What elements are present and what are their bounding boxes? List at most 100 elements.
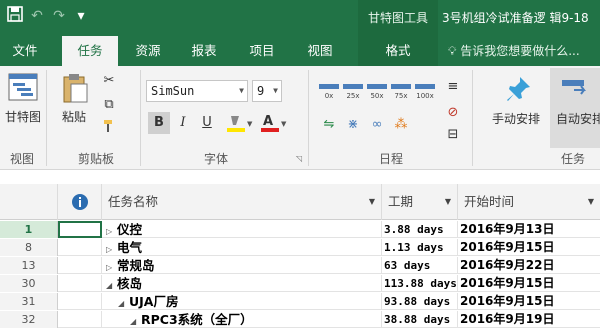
paste-label: 粘贴 [61,110,86,124]
customize-qat-icon[interactable]: ▾ [72,6,90,26]
duration-cell[interactable]: 63 days [382,257,458,274]
start-date-cell[interactable]: 2016年9月22日 [458,257,600,274]
unlink-tasks-icon[interactable]: ⁂ [390,114,412,136]
collapse-icon[interactable]: ◢ [118,295,126,310]
task-name-cell[interactable]: ◢ 核岛 [102,275,382,292]
svg-text:▼: ▼ [247,120,253,128]
tab-format[interactable]: 格式 [358,36,438,66]
format-painter-icon[interactable] [98,118,120,140]
row-number[interactable]: 8 [0,239,58,256]
gantt-chart-button[interactable]: 甘特图 [2,72,44,124]
chevron-down-icon[interactable]: ▼ [445,184,451,220]
group-separator [46,70,47,166]
row-number-header [0,184,58,220]
row-number[interactable]: 30 [0,275,58,292]
tab-view[interactable]: 视图 [296,36,344,66]
table-row[interactable]: 8 ▷ 电气 1.13 days 2016年9月15日 [0,239,600,256]
tell-me-box[interactable]: 💡︎ 告诉我您想要做什么... [448,36,580,66]
task-name-text: 电气 [117,240,143,255]
save-icon[interactable] [6,6,24,26]
tab-task[interactable]: 任务 [62,36,118,67]
task-name-header[interactable]: 任务名称 ▼ [102,184,382,220]
indicator-cell[interactable] [58,257,102,274]
table-row[interactable]: 13 ▷ 常规岛 63 days 2016年9月22日 [0,257,600,274]
link-tasks-icon[interactable]: ∞ [366,114,388,136]
row-number[interactable]: 13 [0,257,58,274]
highlight-color-button[interactable]: ▼ [224,112,254,134]
percent-0-label: 0x [324,92,334,100]
percent-100-label: 100x [416,92,434,100]
highlight-icon: ▼ [227,116,253,132]
paste-button[interactable]: 粘贴 [54,72,94,124]
undo-icon[interactable]: ↶ [28,6,46,26]
auto-schedule-icon [562,80,586,95]
task-name-cell[interactable]: ▷ 仪控 [102,221,382,238]
task-name-cell[interactable]: ▷ 电气 [102,239,382,256]
expand-icon[interactable]: ▷ [106,241,114,256]
tab-report[interactable]: 报表 [180,36,228,66]
duration-header-label: 工期 [388,194,414,209]
tab-resource[interactable]: 资源 [124,36,172,66]
chevron-down-icon[interactable]: ▼ [369,184,375,220]
tab-project[interactable]: 项目 [238,36,286,66]
auto-schedule-button[interactable]: 自动安排 [550,68,600,148]
expand-icon[interactable]: ▷ [106,223,114,238]
chevron-down-icon[interactable]: ▼ [588,184,594,220]
start-date-cell[interactable]: 2016年9月13日 [458,221,600,238]
start-date-cell[interactable]: 2016年9月15日 [458,239,600,256]
duration-cell[interactable]: 1.13 days [382,239,458,256]
task-name-cell[interactable]: ▷ 常规岛 [102,257,382,274]
task-name-text: 核岛 [117,276,143,291]
duration-cell[interactable]: 3.88 days [382,221,458,238]
duration-cell[interactable]: 113.88 days [382,275,458,292]
chevron-down-icon: ▼ [239,86,244,95]
start-header-label: 开始时间 [464,194,515,209]
duration-cell[interactable]: 93.88 days [382,293,458,310]
italic-button[interactable]: I [172,112,194,134]
copy-icon[interactable]: ⧉ [98,94,120,116]
indicators-header[interactable] [58,184,102,220]
schedule-menu-icon[interactable]: ≡ [442,76,464,98]
font-name-select[interactable]: SimSun ▼ [146,80,248,102]
collapse-icon[interactable]: ◢ [130,313,138,328]
move-task-icon[interactable]: ⇋ [318,114,340,136]
start-date-cell[interactable]: 2016年9月15日 [458,293,600,310]
table-row[interactable]: 30 ◢ 核岛 113.88 days 2016年9月15日 [0,275,600,292]
font-dialog-launcher-icon[interactable]: ◹ [296,154,302,163]
duration-header[interactable]: 工期 ▼ [382,184,458,220]
gantt-chart-icon [8,73,38,101]
table-row[interactable]: 1 ▷ 仪控 3.88 days 2016年9月13日 [0,221,600,238]
expand-icon[interactable]: ▷ [106,259,114,274]
indicator-cell[interactable] [58,239,102,256]
font-size-select[interactable]: 9 ▼ [252,80,282,102]
start-header[interactable]: 开始时间 ▼ [458,184,600,220]
font-color-icon: A ▼ [261,114,287,132]
split-task-icon[interactable]: ⊟ [442,124,464,146]
schedule-group-label: 日程 [378,152,403,166]
group-separator [140,70,141,166]
clipboard-group-label: 剪贴板 [77,152,114,166]
inactivate-icon[interactable]: ⊘ [442,102,464,124]
tasks-group-label: 任务 [560,152,585,166]
gantt-tools-context-label: 甘特图工具 [358,0,438,36]
collapse-icon[interactable]: ◢ [106,277,114,292]
row-number[interactable]: 31 [0,293,58,310]
start-date-cell[interactable]: 2016年9月15日 [458,275,600,292]
gantt-sheet: 任务名称 ▼ 工期 ▼ 开始时间 ▼ 1 ▷ 仪控 3.88 days 2016年9月1… [0,170,600,328]
tab-file[interactable]: 文件 [0,36,50,66]
cut-icon[interactable]: ✂ [98,70,120,92]
respect-links-icon[interactable]: ⋇ [342,114,364,136]
indicator-cell[interactable] [58,275,102,292]
paste-icon [63,74,88,103]
indicator-cell[interactable] [58,293,102,310]
table-row[interactable]: 31 ◢ UJA厂房 93.88 days 2016年9月15日 [0,293,600,310]
indicator-cell[interactable] [58,221,102,238]
row-number[interactable]: 1 [0,221,58,238]
font-color-button[interactable]: A ▼ [258,112,288,134]
redo-icon[interactable]: ↷ [50,6,68,26]
task-name-cell[interactable]: ◢ UJA厂房 [102,293,382,310]
document-title: 3号机组冷试准备逻 辑9-18 [442,11,589,25]
bold-button[interactable]: B [148,112,170,134]
underline-button[interactable]: U [196,112,218,134]
manual-schedule-button[interactable]: 手动安排 [490,74,546,126]
